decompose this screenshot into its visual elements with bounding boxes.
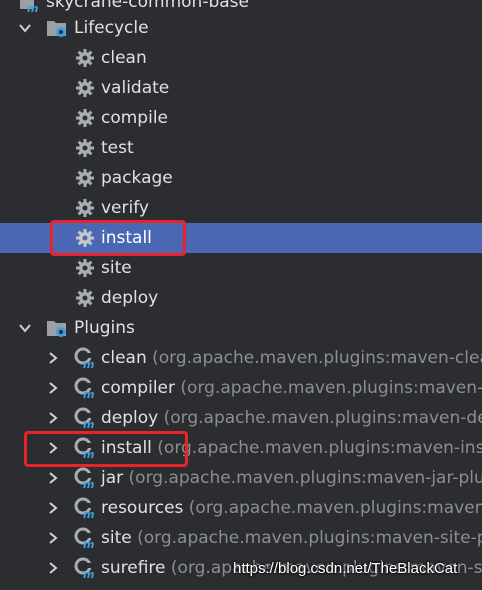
chevron-down-icon[interactable]: [18, 21, 32, 35]
gear-icon: [74, 257, 96, 279]
lifecycle-goal-validate[interactable]: validate: [0, 73, 482, 103]
lifecycle-goal-deploy[interactable]: deploy: [0, 283, 482, 313]
gear-icon: [74, 287, 96, 309]
plugin-row-clean[interactable]: m clean (org.apache.maven.plugins:maven-…: [0, 343, 482, 373]
maven-tool-window-tree: m skycrane-common-base Lifecycle clean v…: [0, 0, 482, 590]
chevron-right-icon[interactable]: [46, 471, 60, 485]
plugin-name: site: [101, 528, 132, 548]
plugin-coordinates: (org.apache.maven.plugins:maven-jar-plug: [128, 468, 482, 488]
maven-plugin-icon: m: [74, 527, 96, 549]
svg-text:m: m: [83, 568, 94, 579]
maven-plugin-icon: m: [74, 557, 96, 579]
chevron-right-icon[interactable]: [46, 381, 60, 395]
tree-row-lifecycle[interactable]: Lifecycle: [0, 13, 482, 43]
svg-text:m: m: [83, 478, 94, 489]
tree-row-plugins[interactable]: Plugins: [0, 313, 482, 343]
plugin-coordinates: (org.apache.maven.plugins:maven-site-plu: [137, 528, 482, 548]
chevron-right-icon[interactable]: [46, 501, 60, 515]
root-label: skycrane-common-base: [46, 0, 249, 12]
maven-plugin-icon: m: [74, 407, 96, 429]
highlight-box-plugin-install: [24, 431, 188, 467]
maven-plugin-icon: m: [74, 377, 96, 399]
chevron-right-icon[interactable]: [46, 561, 60, 575]
maven-plugin-icon: m: [74, 467, 96, 489]
goal-label: validate: [101, 78, 170, 98]
svg-text:m: m: [83, 538, 94, 549]
plugin-name: compiler: [101, 378, 175, 398]
plugin-row-jar[interactable]: m jar (org.apache.maven.plugins:maven-ja…: [0, 463, 482, 493]
goal-label: package: [101, 168, 173, 188]
gear-icon: [74, 197, 96, 219]
plugin-coordinates: (org.apache.maven.plugins:maven-deplo: [163, 408, 482, 428]
plugin-row-compiler[interactable]: m compiler (org.apache.maven.plugins:mav…: [0, 373, 482, 403]
chevron-right-icon[interactable]: [46, 351, 60, 365]
lifecycle-goal-site[interactable]: site: [0, 253, 482, 283]
lifecycle-goal-compile[interactable]: compile: [0, 103, 482, 133]
folder-gear-icon: [46, 17, 68, 39]
chevron-right-icon[interactable]: [46, 531, 60, 545]
svg-text:m: m: [83, 358, 94, 369]
plugin-name: deploy: [101, 408, 159, 428]
plugin-row-resources[interactable]: m resources (org.apache.maven.plugins:ma…: [0, 493, 482, 523]
plugin-name: jar: [101, 468, 124, 488]
plugin-name: clean: [101, 348, 147, 368]
goal-label: compile: [101, 108, 169, 128]
goal-label: verify: [101, 198, 149, 218]
plugins-label: Plugins: [74, 318, 135, 338]
lifecycle-goal-package[interactable]: package: [0, 163, 482, 193]
svg-text:m: m: [83, 508, 94, 519]
chevron-down-icon[interactable]: [18, 321, 32, 335]
maven-plugin-icon: m: [74, 497, 96, 519]
watermark-text: https://blog.csdn.net/TheBlackCat: [233, 560, 458, 577]
svg-text:m: m: [27, 2, 38, 13]
gear-icon: [74, 47, 96, 69]
chevron-right-icon[interactable]: [46, 411, 60, 425]
goal-label: site: [101, 258, 132, 278]
goal-label: test: [101, 138, 134, 158]
folder-gear-icon: [46, 317, 68, 339]
gear-icon: [74, 137, 96, 159]
plugin-name: surefire: [101, 558, 166, 578]
gear-icon: [74, 77, 96, 99]
lifecycle-label: Lifecycle: [74, 18, 149, 38]
highlight-box-lifecycle-install: [50, 220, 186, 256]
plugin-coordinates: (org.apache.maven.plugins:maven-clean: [152, 348, 482, 368]
maven-project-icon: m: [18, 0, 40, 13]
svg-text:m: m: [83, 418, 94, 429]
goal-label: deploy: [101, 288, 159, 308]
plugin-row-site[interactable]: m site (org.apache.maven.plugins:maven-s…: [0, 523, 482, 553]
plugin-coordinates: (org.apache.maven.plugins:maven-reso: [188, 498, 482, 518]
plugin-coordinates: (org.apache.maven.plugins:maven-comp: [180, 378, 482, 398]
lifecycle-goal-test[interactable]: test: [0, 133, 482, 163]
lifecycle-goal-clean[interactable]: clean: [0, 43, 482, 73]
maven-plugin-icon: m: [74, 347, 96, 369]
svg-text:m: m: [83, 388, 94, 399]
goal-label: clean: [101, 48, 147, 68]
gear-icon: [74, 167, 96, 189]
plugin-row-deploy[interactable]: m deploy (org.apache.maven.plugins:maven…: [0, 403, 482, 433]
plugin-coordinates: (org.apache.maven.plugins:maven-insta: [157, 438, 482, 458]
gear-icon: [74, 107, 96, 129]
lifecycle-goal-verify[interactable]: verify: [0, 193, 482, 223]
plugin-name: resources: [101, 498, 184, 518]
